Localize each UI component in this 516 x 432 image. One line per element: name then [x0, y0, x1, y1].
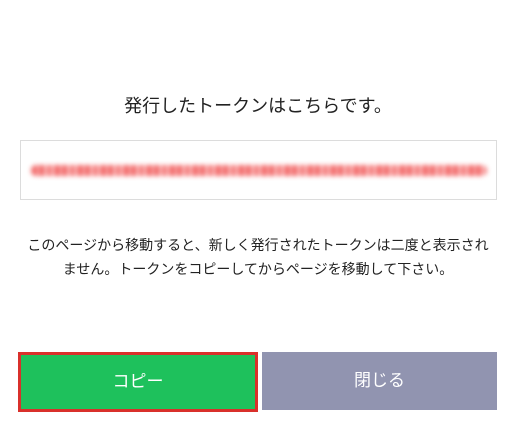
warning-message-line-2: ません。トークンをコピーしてからページを移動して下さい。	[62, 262, 454, 278]
close-button[interactable]: 閉じる	[262, 352, 497, 410]
blurred-token-value	[31, 165, 487, 176]
warning-message-line-1: このページから移動すると、新しく発行されたトークンは二度と表示され	[27, 238, 489, 254]
dialog-heading: 発行したトークンはこちらです。	[124, 96, 392, 117]
token-field[interactable]	[20, 140, 497, 200]
copy-button[interactable]: コピー	[18, 352, 258, 412]
